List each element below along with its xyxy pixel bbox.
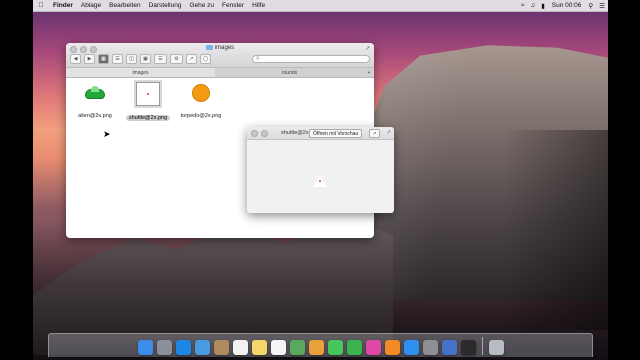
apple-icon[interactable]:  [33, 2, 49, 9]
forward-button[interactable]: ▶ [84, 54, 95, 64]
dock-notes-icon[interactable] [251, 340, 267, 355]
dock-facetime-icon[interactable] [346, 340, 362, 355]
dock-reminders-icon[interactable] [270, 340, 286, 355]
wifi-icon[interactable]: ≈ [518, 2, 528, 9]
search-field-icon: ⚲ [256, 56, 260, 62]
arrange-button[interactable]: ☰ [154, 54, 167, 64]
dock-separator [481, 337, 483, 355]
shuttle-image-dot [319, 180, 321, 182]
coverflow-view-button[interactable]: ▣ [140, 54, 151, 64]
dock-calendar-icon[interactable] [232, 340, 248, 355]
action-button[interactable]: ⚙ [170, 54, 183, 64]
menu-bar:  Finder Ablage Bearbeiten Darstellung G… [33, 0, 608, 12]
letterbox-left [0, 0, 33, 360]
desktop:  Finder Ablage Bearbeiten Darstellung G… [33, 0, 608, 360]
dock-xcode-icon[interactable] [441, 340, 457, 355]
list-view-button[interactable]: ☰ [112, 54, 123, 64]
letterbox-right [608, 0, 640, 360]
fullscreen-icon[interactable]: ↗ [386, 129, 391, 136]
menu-gehe-zu[interactable]: Gehe zu [185, 2, 218, 9]
fullscreen-button[interactable] [261, 130, 268, 137]
fullscreen-icon[interactable]: ↗ [365, 45, 370, 52]
list-icon[interactable]: ☰ [596, 2, 608, 10]
menu-ablage[interactable]: Ablage [77, 2, 105, 9]
dock-photos-icon[interactable] [308, 340, 324, 355]
menu-fenster[interactable]: Fenster [218, 2, 248, 9]
quicklook-window: shuttle@2x.png Öffnen mit Vorschau ↗ ↗ [247, 127, 394, 213]
menu-darstellung[interactable]: Darstellung [145, 2, 186, 9]
menu-hilfe[interactable]: Hilfe [248, 2, 269, 9]
icon-view-button[interactable]: ▦ [98, 54, 109, 64]
search-icon[interactable]: ⚲ [585, 2, 596, 10]
tab-bar: images rounds + [66, 68, 374, 78]
dock-ibooks-icon[interactable] [384, 340, 400, 355]
menu-bearbeiten[interactable]: Bearbeiten [105, 2, 144, 9]
dock-finder-icon[interactable] [137, 340, 153, 355]
finder-toolbar: ◀ ▶ ▦ ☰ ◫ ▣ ☰ ⚙ ↗ ◯ ⚲ [70, 54, 370, 64]
dock-trash-icon[interactable] [488, 340, 504, 355]
file-name: torpedo@2x.png [180, 113, 222, 119]
dock-messages-icon[interactable] [327, 340, 343, 355]
menu-finder[interactable]: Finder [49, 2, 77, 9]
file-name: alien@2x.png [78, 113, 112, 119]
quicklook-preview [247, 140, 394, 213]
quicklook-titlebar[interactable]: shuttle@2x.png Öffnen mit Vorschau ↗ ↗ [247, 127, 394, 140]
status-area: ≈ ♫ ▮ Sun 00:06 ⚲ ☰ [518, 2, 608, 10]
dock-appstore-icon[interactable] [403, 340, 419, 355]
file-item-shuttle[interactable]: shuttle@2x.png [123, 82, 173, 124]
share-button[interactable]: ↗ [186, 54, 197, 64]
dock-itunes-icon[interactable] [365, 340, 381, 355]
share-icon[interactable]: ↗ [369, 129, 380, 138]
dock-preferences-icon[interactable] [422, 340, 438, 355]
menu-clock[interactable]: Sun 00:06 [548, 2, 586, 9]
close-button[interactable] [251, 130, 258, 137]
dock-mail-icon[interactable] [194, 340, 210, 355]
quicklook-controls [251, 130, 268, 137]
open-with-preview-button[interactable]: Öffnen mit Vorschau [309, 129, 363, 138]
tab-rounds[interactable]: rounds [215, 68, 364, 77]
back-button[interactable]: ◀ [70, 54, 81, 64]
tab-images[interactable]: images [66, 68, 215, 77]
battery-icon[interactable]: ▮ [538, 2, 548, 10]
dock-maps-icon[interactable] [289, 340, 305, 355]
file-item-torpedo[interactable]: torpedo@2x.png [176, 82, 226, 122]
window-title-text: images [214, 45, 235, 51]
column-view-button[interactable]: ◫ [126, 54, 137, 64]
file-item-alien[interactable]: alien@2x.png [70, 82, 120, 122]
volume-icon[interactable]: ♫ [527, 2, 538, 9]
dock-terminal-icon[interactable] [460, 340, 476, 355]
search-field[interactable]: ⚲ [252, 55, 370, 63]
dock-safari-icon[interactable] [175, 340, 191, 355]
finder-titlebar[interactable]: images ↗ ◀ ▶ ▦ ☰ ◫ ▣ ☰ ⚙ ↗ ◯ ⚲ [66, 43, 374, 68]
torpedo-thumbnail [190, 82, 212, 104]
mouse-pointer-icon: ➤ [103, 129, 111, 139]
shuttle-thumbnail [136, 82, 160, 106]
dock-launchpad-icon[interactable] [156, 340, 172, 355]
alien-thumbnail [84, 82, 106, 104]
window-title: images [66, 45, 374, 51]
file-name: shuttle@2x.png [125, 115, 171, 121]
dock-contacts-icon[interactable] [213, 340, 229, 355]
folder-icon [205, 45, 213, 50]
wallpaper-shadow [503, 130, 608, 330]
tags-button[interactable]: ◯ [200, 54, 211, 64]
dock [48, 333, 593, 357]
add-tab-button[interactable]: + [364, 68, 374, 77]
